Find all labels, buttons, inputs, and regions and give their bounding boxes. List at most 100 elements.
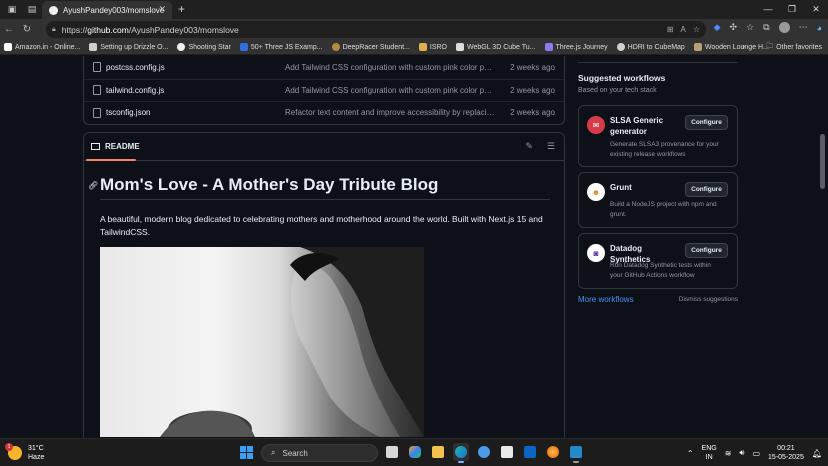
anchor-link-icon[interactable]: 🔗︎ xyxy=(88,181,98,190)
outline-list-icon[interactable]: ☰ xyxy=(547,141,555,152)
volume-icon[interactable]: 🔊︎ xyxy=(739,448,744,458)
file-icon xyxy=(93,62,101,73)
file-row[interactable]: tsconfig.json Refactor text content and … xyxy=(84,101,564,124)
tab-close-icon[interactable]: ✕ xyxy=(158,4,166,15)
weather-text: 31°C Haze xyxy=(28,444,44,462)
weather-badge: 1 xyxy=(5,443,13,451)
language-bottom: IN xyxy=(705,454,713,461)
browser-tab-active[interactable]: AyushPandey003/momslove ✕ xyxy=(42,1,172,19)
file-row[interactable]: tailwind.config.js Add Tailwind CSS conf… xyxy=(84,78,564,102)
temperature: 31°C xyxy=(28,445,44,452)
scrollbar-thumb[interactable] xyxy=(820,134,825,189)
bookmark-label: DeepRacer Student... xyxy=(342,43,410,51)
configure-button[interactable]: Configure xyxy=(685,115,728,130)
readme-actions: ✎ ☰ xyxy=(525,141,555,152)
commit-message[interactable]: Refactor text content and improve access… xyxy=(285,108,495,117)
close-window-icon[interactable]: ✕ xyxy=(804,0,828,19)
favorite-star-icon[interactable]: ☆ xyxy=(693,25,700,34)
edit-pencil-icon[interactable]: ✎ xyxy=(525,141,533,152)
copilot-app-icon[interactable] xyxy=(407,443,423,461)
profile-avatar[interactable] xyxy=(778,22,790,33)
configure-button[interactable]: Configure xyxy=(685,243,728,258)
search-placeholder: Search xyxy=(282,448,308,458)
browser-tools: ◆ ✣ ☆ ⧉ ⋯ ◕ xyxy=(714,22,822,33)
workspaces-icon[interactable]: ▣ xyxy=(4,2,20,18)
bookmark-item[interactable]: WebGL 3D Cube Tu... xyxy=(456,43,536,51)
new-tab-icon[interactable]: + xyxy=(178,2,185,16)
taskbar-search[interactable]: ⌕ Search xyxy=(261,444,378,462)
bookmark-item[interactable]: Amazon.in - Online... xyxy=(4,43,80,51)
dismiss-suggestions-link[interactable]: Dismiss suggestions xyxy=(679,296,738,303)
title-divider xyxy=(100,199,550,200)
battery-icon[interactable]: ▭ xyxy=(752,449,760,458)
url-field[interactable]: 🔒︎ https://github.com/AyushPandey003/mom… xyxy=(46,21,706,38)
extension-icon[interactable]: ◆ xyxy=(714,22,721,33)
bookmark-favicon-icon xyxy=(544,43,553,51)
bookmark-item[interactable]: HDRI to CubeMap xyxy=(616,43,685,51)
tab-actions-icon[interactable]: ▤ xyxy=(24,2,40,18)
copilot-icon[interactable]: ◕ xyxy=(817,23,822,33)
restore-icon[interactable]: ❐ xyxy=(780,0,804,19)
bookmark-favicon-icon xyxy=(177,43,186,51)
task-view-icon[interactable] xyxy=(384,443,400,461)
other-favorites[interactable]: 🗀︎ Other favorites xyxy=(766,42,822,53)
bookmark-item[interactable]: Shooting Star xyxy=(177,43,231,51)
bookmark-favicon-icon xyxy=(616,43,625,51)
clock-time: 00:21 xyxy=(777,445,795,452)
language-indicator[interactable]: ENG IN xyxy=(702,444,717,462)
bookmark-label: Shooting Star xyxy=(188,43,231,51)
vscode-icon[interactable] xyxy=(568,443,584,463)
lock-icon[interactable]: 🔒︎ xyxy=(52,26,56,34)
bookmark-favicon-icon xyxy=(693,43,702,51)
commit-message[interactable]: Add Tailwind CSS configuration with cust… xyxy=(285,63,495,72)
back-icon[interactable]: ← xyxy=(0,24,18,35)
more-menu-icon[interactable]: ⋯ xyxy=(799,22,808,33)
page-scrollbar[interactable] xyxy=(818,56,828,438)
clock[interactable]: 00:21 15-05-2025 xyxy=(768,444,804,462)
bookmark-item[interactable]: Wooden Lounge H... xyxy=(693,43,769,51)
readme-tab[interactable]: README xyxy=(91,142,140,151)
other-favorites-label: Other favorites xyxy=(776,44,822,51)
readme-title: Mom's Love - A Mother's Day Tribute Blog xyxy=(100,175,439,194)
more-workflows-link[interactable]: More workflows xyxy=(578,295,634,304)
windows-start-icon[interactable] xyxy=(240,446,253,459)
bookmark-label: 50+ Three JS Examp... xyxy=(250,43,323,51)
bookmark-label: Amazon.in - Online... xyxy=(15,43,81,51)
bookmark-item[interactable]: Three.js Journey xyxy=(544,43,608,51)
configure-button[interactable]: Configure xyxy=(685,182,728,197)
bookmarks-bar: Amazon.in - Online... Setting up Drizzle… xyxy=(0,40,828,55)
address-toolbar: ← ↻ 🔒︎ https://github.com/AyushPandey003… xyxy=(0,19,828,40)
mother-photo xyxy=(100,247,424,437)
linkedin-icon[interactable] xyxy=(522,443,538,461)
bookmark-item[interactable]: 50+ Three JS Examp... xyxy=(239,43,323,51)
bookmark-label: Three.js Journey xyxy=(555,43,608,51)
microsoft-store-icon[interactable] xyxy=(499,443,515,461)
file-explorer-icon[interactable] xyxy=(430,443,446,461)
app-install-icon[interactable]: ⊞ xyxy=(667,25,674,34)
tray-overflow-icon[interactable]: ⌃ xyxy=(687,449,694,458)
minimize-icon[interactable]: — xyxy=(756,0,780,19)
collections-icon[interactable]: ⧉ xyxy=(763,22,769,33)
bookmarks-overflow-icon[interactable]: › xyxy=(742,41,745,51)
bookmark-favicon-icon xyxy=(418,43,427,51)
bookmark-item[interactable]: ISRO xyxy=(418,43,447,51)
file-name[interactable]: tsconfig.json xyxy=(106,108,150,117)
commit-message[interactable]: Add Tailwind CSS configuration with cust… xyxy=(285,86,495,95)
file-name[interactable]: tailwind.config.js xyxy=(106,86,164,95)
refresh-icon[interactable]: ↻ xyxy=(18,24,36,35)
extensions-puzzle-icon[interactable]: ✣ xyxy=(730,22,738,33)
wifi-icon[interactable]: ≋ xyxy=(725,449,732,458)
favorites-icon[interactable]: ☆ xyxy=(746,22,754,33)
edge-browser-icon[interactable] xyxy=(453,443,469,463)
file-name[interactable]: postcss.config.js xyxy=(106,63,165,72)
chrome-dev-icon[interactable] xyxy=(476,443,492,461)
folder-icon: 🗀︎ xyxy=(766,43,774,50)
firefox-icon[interactable] xyxy=(545,443,561,461)
bookmark-item[interactable]: DeepRacer Student... xyxy=(331,43,410,51)
file-row[interactable]: postcss.config.js Add Tailwind CSS confi… xyxy=(84,56,564,79)
notifications-icon[interactable]: 🔔︎ xyxy=(812,449,822,458)
weather-widget[interactable]: 1 31°C Haze xyxy=(5,443,44,462)
bookmark-item[interactable]: Setting up Drizzle O... xyxy=(89,43,168,51)
read-aloud-icon[interactable]: A xyxy=(680,25,685,34)
readme-description: A beautiful, modern blog dedicated to ce… xyxy=(100,214,543,237)
